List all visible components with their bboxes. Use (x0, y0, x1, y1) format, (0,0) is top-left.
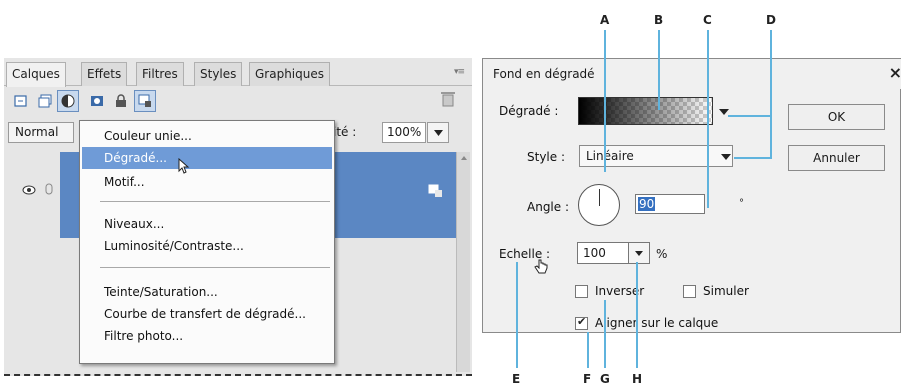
callout-line-c (707, 30, 709, 208)
gradient-fill-dialog: Fond en dégradé × Dégradé : Style : Liné… (482, 58, 901, 333)
opacity-field[interactable]: 100% (382, 122, 426, 143)
callout-line-h (636, 262, 638, 368)
tab-graphiques[interactable]: Graphiques (249, 62, 330, 86)
aligner-checkbox[interactable] (575, 315, 588, 330)
panel-menu-icon[interactable]: ▾≡ (454, 67, 465, 77)
callout-c: C (703, 13, 712, 27)
style-select[interactable]: Linéaire (579, 145, 733, 167)
tab-filtres[interactable]: Filtres (136, 62, 184, 86)
callout-e: E (512, 372, 521, 386)
scale-field[interactable]: 100 (577, 242, 629, 264)
callout-line-d (770, 30, 772, 158)
trash-icon[interactable] (440, 90, 456, 111)
gradient-label: Dégradé : (499, 104, 559, 118)
angle-needle (599, 189, 600, 206)
aligner-label: Aligner sur le calque (595, 316, 719, 330)
tab-styles[interactable]: Styles (194, 62, 243, 86)
chevron-down-icon[interactable] (721, 154, 731, 160)
layer-thumbnail-icon (428, 184, 444, 201)
dialog-titlebar: Fond en dégradé × (483, 59, 901, 89)
angle-dial[interactable] (578, 184, 620, 226)
callout-line-d-lower (734, 157, 772, 159)
cancel-button[interactable]: Annuler (788, 145, 885, 171)
opacity-label: ité : (333, 125, 357, 139)
callout-a: A (600, 13, 610, 27)
callout-b: B (654, 13, 664, 27)
menu-item-filtre-photo[interactable]: Filtre photo... (82, 325, 332, 347)
close-icon[interactable]: × (889, 63, 901, 82)
menu-separator (100, 201, 330, 202)
new-group-icon[interactable] (34, 90, 56, 112)
layer-mask-icon[interactable] (86, 90, 108, 112)
tab-calques[interactable]: Calques (6, 62, 66, 87)
menu-item-motif[interactable]: Motif... (82, 171, 332, 193)
callout-line-b (658, 30, 660, 110)
layers-scrollbar[interactable] (456, 152, 470, 372)
layers-toolbar (4, 87, 472, 117)
chevron-down-icon (433, 129, 443, 136)
callout-line-e (516, 262, 518, 368)
tab-effets[interactable]: Effets (81, 62, 128, 86)
panel-tab-bar: Calques Effets Filtres Styles Graphiques… (4, 58, 472, 87)
callout-line-d-upper (728, 115, 770, 117)
menu-item-degrade[interactable]: Dégradé... (82, 147, 332, 169)
percent-symbol: % (656, 247, 668, 261)
callout-line-f (587, 332, 589, 368)
adjustment-layer-icon[interactable] (57, 90, 79, 112)
simuler-checkbox[interactable] (683, 285, 696, 298)
menu-item-couleur-unie[interactable]: Couleur unie... (82, 125, 332, 147)
angle-label: Angle : (527, 200, 570, 214)
menu-item-courbe[interactable]: Courbe de transfert de dégradé... (82, 303, 332, 325)
cursor-icon (178, 157, 190, 177)
eye-icon[interactable] (22, 184, 36, 198)
scale-dropdown-button[interactable] (628, 242, 650, 264)
ok-button[interactable]: OK (788, 104, 885, 130)
hand-cursor-icon (534, 259, 548, 278)
menu-separator (100, 267, 330, 268)
menu-item-teinte[interactable]: Teinte/Saturation... (82, 281, 332, 303)
dialog-title: Fond en dégradé (493, 67, 595, 81)
opacity-dropdown-button[interactable] (427, 122, 449, 143)
degree-symbol: ° (739, 198, 744, 209)
callout-d: D (766, 13, 776, 27)
callout-g: G (600, 372, 610, 386)
inverser-checkbox[interactable] (575, 285, 588, 298)
gradient-preview[interactable] (578, 97, 713, 125)
blend-mode-select[interactable]: Normal (8, 122, 74, 143)
lock-all-icon[interactable] (134, 90, 156, 112)
new-layer-icon[interactable] (10, 90, 32, 112)
callout-line-g (604, 300, 606, 368)
simuler-label: Simuler (703, 284, 749, 298)
link-icon[interactable] (44, 182, 54, 199)
menu-item-luminosite[interactable]: Luminosité/Contraste... (82, 235, 332, 257)
callout-line-a (604, 30, 606, 172)
menu-item-niveaux[interactable]: Niveaux... (82, 213, 332, 235)
callout-f: F (583, 372, 592, 386)
angle-value: 90 (638, 197, 656, 211)
angle-field[interactable]: 90 (635, 194, 705, 214)
callout-h: H (632, 372, 643, 386)
adjustment-menu: Couleur unie... Dégradé... Motif... Nive… (79, 120, 335, 364)
lock-icon[interactable] (110, 90, 132, 112)
style-label: Style : (527, 150, 565, 164)
scroll-up-icon[interactable] (461, 156, 467, 160)
